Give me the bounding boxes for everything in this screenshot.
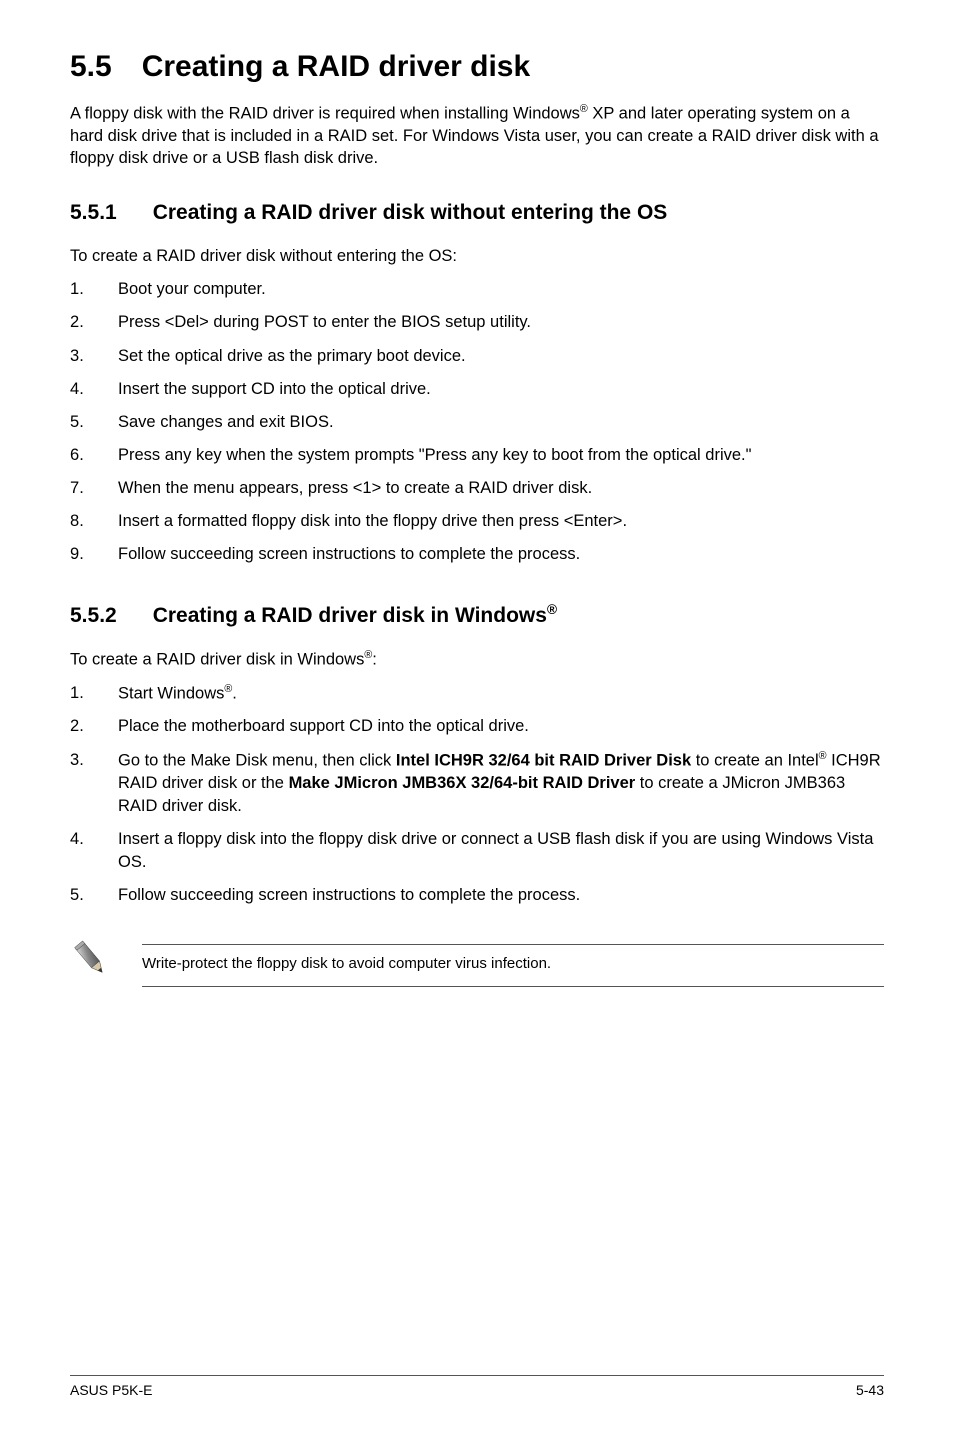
pencil-icon [70,938,112,980]
step3-text-a: Go to the Make Disk menu, then click [118,751,396,769]
list-item: Press any key when the system prompts "P… [70,444,884,467]
subsection-2-heading: 5.5.2 Creating a RAID driver disk in Wind… [70,602,884,628]
intro-prefix: A floppy disk with the RAID driver is re… [70,105,580,123]
list-item: Boot your computer. [70,278,884,301]
list-item: Place the motherboard support CD into th… [70,715,884,738]
list-item: Follow succeeding screen instructions to… [70,884,884,907]
list-item: Insert a formatted floppy disk into the … [70,510,884,533]
list-item: Start Windows®. [70,682,884,706]
list-item: Follow succeeding screen instructions to… [70,543,884,566]
subsection-1-heading: 5.5.1 Creating a RAID driver disk without… [70,201,884,225]
footer-right: 5-43 [856,1382,884,1398]
list-item: Save changes and exit BIOS. [70,411,884,434]
registered-mark: ® [580,103,588,115]
subsection-2-title-prefix: Creating a RAID driver disk in Windows [153,604,547,627]
subsection-1-title: Creating a RAID driver disk without ente… [153,201,668,224]
list-item: Insert a floppy disk into the floppy dis… [70,828,884,874]
list-item: Set the optical drive as the primary boo… [70,345,884,368]
step3-bold2: Make JMicron JMB36X 32/64-bit RAID Drive… [289,774,636,792]
sub2-steps: Start Windows®. Place the motherboard su… [70,682,884,908]
step3-bold1: Intel ICH9R 32/64 bit RAID Driver Disk [396,751,691,769]
page-heading: 5.5 Creating a RAID driver disk [70,50,884,84]
subsection-2-number: 5.5.2 [70,604,117,628]
section-title: Creating a RAID driver disk [142,50,530,83]
sub2-lead-prefix: To create a RAID driver disk in Windows [70,651,364,669]
step3-text-b: to create an Intel [691,751,819,769]
subsection-1-number: 5.5.1 [70,201,117,225]
list-item: Press <Del> during POST to enter the BIO… [70,311,884,334]
list-item: Go to the Make Disk menu, then click Int… [70,749,884,819]
step1-prefix: Start Windows [118,684,224,702]
note-text: Write-protect the floppy disk to avoid c… [142,953,884,974]
sub1-steps: Boot your computer. Press <Del> during P… [70,278,884,566]
footer: ASUS P5K-E 5-43 [70,1375,884,1398]
step1-suffix: . [232,684,237,702]
registered-mark: ® [547,602,557,617]
sub2-lead: To create a RAID driver disk in Windows®… [70,648,884,672]
footer-left: ASUS P5K-E [70,1382,152,1398]
registered-mark: ® [819,750,827,762]
list-item: When the menu appears, press <1> to crea… [70,477,884,500]
sub1-lead: To create a RAID driver disk without ent… [70,245,884,268]
list-item: Insert the support CD into the optical d… [70,378,884,401]
intro-paragraph: A floppy disk with the RAID driver is re… [70,102,884,169]
section-number: 5.5 [70,50,112,84]
note-text-wrap: Write-protect the floppy disk to avoid c… [142,944,884,987]
sub2-lead-suffix: : [372,651,377,669]
note-box: Write-protect the floppy disk to avoid c… [70,944,884,987]
